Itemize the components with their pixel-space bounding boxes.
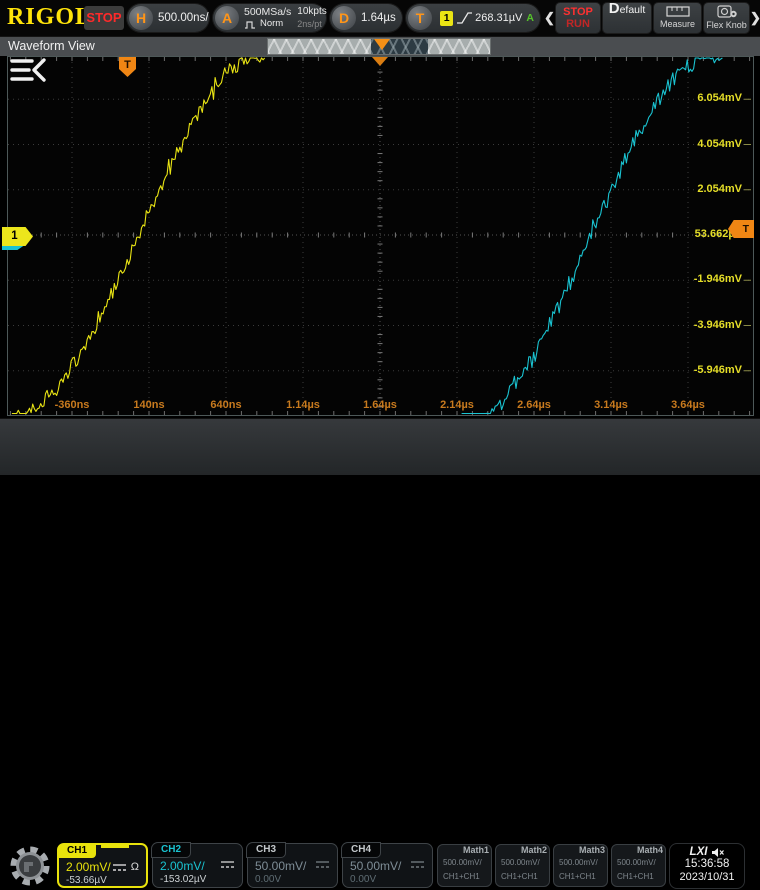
- sample-rate: 500MSa/s: [244, 6, 291, 18]
- impedance-indicator: Ω: [131, 861, 139, 873]
- math-card-math1[interactable]: Math1 500.00mV/ CH1+CH1: [437, 844, 492, 887]
- rising-edge-icon: [456, 10, 472, 26]
- dc-coupling-icon: [315, 860, 330, 869]
- gear-icon[interactable]: [6, 842, 54, 890]
- x-axis-label: 640ns: [194, 399, 258, 411]
- chevron-left-icon[interactable]: ❮: [544, 9, 554, 27]
- y-axis-label: -5.946mV: [672, 364, 742, 376]
- channel-card-ch4[interactable]: CH4 50.00mV/ 0.00V: [342, 843, 433, 888]
- math-card-math4[interactable]: Math4 500.00mV/ CH1+CH1: [611, 844, 666, 887]
- math-card-math3[interactable]: Math3 500.00mV/ CH1+CH1: [553, 844, 608, 887]
- triangle-down-icon[interactable]: [374, 39, 390, 50]
- dc-coupling-icon: [112, 863, 127, 872]
- acquisition-status-badge: STOP: [84, 6, 124, 30]
- stop-run-button[interactable]: STOP RUN: [556, 3, 600, 33]
- stop-label: STOP: [563, 6, 593, 18]
- trigger-level-value: 268.31µV: [475, 12, 522, 24]
- acquisition-button[interactable]: A 500MSa/s Norm 10kpts 2ns/pt: [213, 4, 326, 32]
- channel-card-ch3[interactable]: CH3 50.00mV/ 0.00V: [247, 843, 338, 888]
- waveform-overview-strip[interactable]: [268, 39, 490, 54]
- x-axis-label: 1.14µs: [271, 399, 335, 411]
- trigger-button[interactable]: T 1 268.31µV A: [406, 4, 540, 32]
- ruler-icon: [666, 6, 690, 17]
- dc-coupling-icon: [410, 860, 425, 869]
- horizontal-center-marker[interactable]: [372, 57, 388, 66]
- top-bar: RIGOL STOP H 500.00ns/ A 500MSa/s Norm 1…: [0, 0, 760, 36]
- ch2-tab: CH2: [152, 843, 190, 857]
- h-key-icon: H: [129, 6, 153, 30]
- ch1-scale: 2.00mV/: [66, 860, 111, 874]
- knob-icon: [716, 5, 738, 18]
- channel-card-ch1[interactable]: CH1 2.00mV/ Ω -53.66µV: [57, 843, 148, 888]
- x-axis-label: 2.14µs: [425, 399, 489, 411]
- x-axis-label: 2.64µs: [502, 399, 566, 411]
- sample-interval: 2ns/pt: [297, 18, 326, 30]
- view-title-bar: Waveform View: [0, 36, 760, 56]
- ch1-tab-bar: [101, 844, 129, 848]
- flex-knob-label: Flex Knob: [706, 19, 747, 31]
- waveform-display[interactable]: T 1 T 6.054mV4.054mV2.054mV53.662µV-1.94…: [7, 56, 754, 416]
- ch1-offset: -53.66µV: [66, 875, 107, 886]
- x-axis-label: 3.64µs: [656, 399, 720, 411]
- clock-time: 15:36:58: [670, 858, 744, 871]
- ch4-scale: 50.00mV/: [350, 859, 401, 873]
- menu-collapse-icon[interactable]: [8, 57, 48, 83]
- x-axis-label: -360ns: [40, 399, 104, 411]
- y-axis-label: 4.054mV: [672, 138, 742, 150]
- ch3-tab: CH3: [247, 843, 285, 857]
- ch3-scale: 50.00mV/: [255, 859, 306, 873]
- lxi-label: LXI: [690, 846, 708, 858]
- view-title: Waveform View: [8, 39, 95, 53]
- timebase-value: 500.00ns/: [158, 12, 209, 24]
- ch4-offset: 0.00V: [350, 874, 376, 885]
- delay-button[interactable]: D 1.64µs: [330, 4, 402, 32]
- rigol-logo: RIGOL: [7, 4, 92, 31]
- y-axis-label: -1.946mV: [672, 273, 742, 285]
- chevron-right-icon[interactable]: ❯: [750, 9, 760, 27]
- y-axis-label: -3.946mV: [672, 319, 742, 331]
- dc-coupling-icon: [220, 860, 235, 869]
- default-button[interactable]: Default: [603, 3, 651, 33]
- flex-knob-button[interactable]: Flex Knob: [704, 3, 749, 33]
- y-axis-label: 6.054mV: [672, 92, 742, 104]
- run-label: RUN: [566, 18, 590, 30]
- clock-date: 2023/10/31: [670, 871, 744, 884]
- a-key-icon: A: [215, 6, 239, 30]
- t-key-icon: T: [408, 6, 432, 30]
- x-axis-label: 3.14µs: [579, 399, 643, 411]
- speaker-muted-icon: [711, 847, 724, 858]
- graticule: [8, 57, 753, 415]
- math-card-math2[interactable]: Math2 500.00mV/ CH1+CH1: [495, 844, 550, 887]
- memory-depth: 10kpts: [297, 6, 326, 18]
- ch1-trace: [12, 58, 265, 414]
- trigger-sweep-indicator: A: [526, 12, 534, 24]
- channel-card-ch2[interactable]: CH2 2.00mV/ -153.02µV: [152, 843, 243, 888]
- ch1-tab: CH1: [58, 844, 96, 858]
- horizontal-timebase-button[interactable]: H 500.00ns/: [127, 4, 209, 32]
- d-key-icon: D: [332, 6, 356, 30]
- y-axis-label: 2.054mV: [672, 183, 742, 195]
- measure-button[interactable]: Measure: [654, 3, 701, 33]
- oscilloscope-screen: { "top_bar": { "logo": "RIGOL", "acquisi…: [0, 0, 760, 475]
- ch2-scale: 2.00mV/: [160, 859, 205, 873]
- status-bar: CH1 2.00mV/ Ω -53.66µV CH2 2.00mV/ -153.…: [0, 418, 760, 475]
- delay-value: 1.64µs: [361, 12, 396, 24]
- ch4-tab: CH4: [342, 843, 380, 857]
- ch2-offset: -153.02µV: [160, 874, 206, 885]
- pulse-icon: [244, 20, 257, 29]
- trigger-source-badge: 1: [440, 11, 453, 26]
- x-axis-label: 140ns: [117, 399, 181, 411]
- measure-label: Measure: [660, 18, 695, 30]
- acquire-mode: Norm: [260, 18, 283, 30]
- system-status-box[interactable]: LXI 15:36:58 2023/10/31: [669, 843, 745, 889]
- ch3-offset: 0.00V: [255, 874, 281, 885]
- x-axis-label: 1.64µs: [348, 399, 412, 411]
